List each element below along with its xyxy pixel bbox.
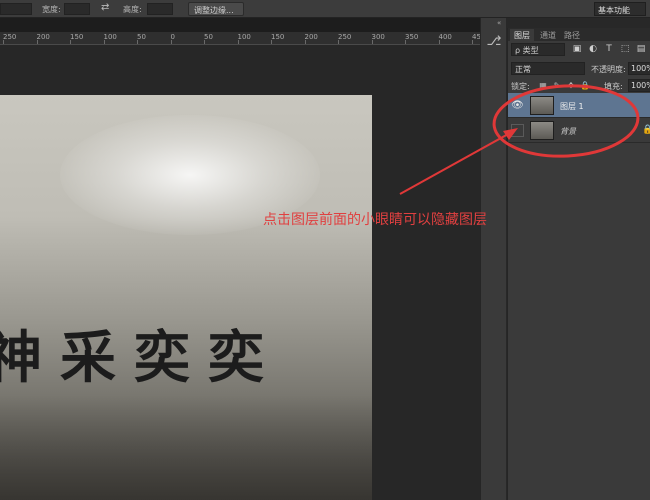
ruler-tick-label: 100 [237, 33, 251, 41]
lock-icon: 🔒 [642, 125, 650, 135]
ruler-tick-label: 150 [271, 33, 285, 41]
layer-thumbnail [530, 96, 554, 115]
lock-transparent-icon[interactable]: ▦ [538, 81, 548, 91]
layer-name: 图层 1 [560, 102, 584, 111]
layer-row[interactable]: 背景 🔒 [508, 118, 650, 143]
panel-tabs: 图层 通道 路径 [508, 28, 650, 41]
width-field[interactable] [64, 3, 90, 15]
lock-label: 锁定: [511, 82, 530, 91]
collapse-arrows-icon[interactable]: « [497, 19, 501, 27]
filter-shape-icon[interactable]: ⬚ [620, 44, 630, 55]
adjustments-panel-icon[interactable]: ⎇ [486, 34, 502, 50]
ruler-tick [371, 40, 373, 44]
opacity-field[interactable]: 100% [628, 62, 650, 75]
horizontal-ruler: 250 200 150 100 50 0 50 100 150 200 250 300 350 400 45… [0, 32, 485, 45]
width-label: 宽度: [42, 5, 61, 14]
blend-mode-select[interactable]: 正常 [511, 62, 585, 75]
ruler-tick-label: 150 [70, 33, 84, 41]
filter-smart-icon[interactable]: ▤ [636, 44, 646, 55]
ruler-tick [103, 40, 105, 44]
lock-all-icon[interactable]: 🔒 [580, 81, 590, 91]
photo-shadow [0, 395, 372, 500]
layers-panel: 图层 通道 路径 ρ 类型 ▣ ◐ T ⬚ ▤ 正常 不透明度: 100% 锁定… [507, 28, 650, 500]
ruler-tick-label: 350 [405, 33, 419, 41]
layer-name: 背景 [560, 127, 576, 136]
ruler-tick [472, 40, 473, 44]
ruler-tick [438, 40, 440, 44]
filter-adjustment-icon[interactable]: ◐ [588, 44, 598, 55]
canvas-area[interactable]: 神采奕奕 [0, 45, 480, 500]
eye-icon[interactable]: 👁 [511, 99, 524, 112]
ruler-tick [137, 40, 138, 44]
ruler-tick-label: 300 [371, 33, 385, 41]
visibility-toggle-empty[interactable] [511, 124, 524, 137]
style-select[interactable] [0, 3, 32, 15]
annotation-text: 点击图层前面的小眼睛可以隐藏图层 [263, 212, 487, 228]
swap-arrows-icon[interactable]: ⇄ [101, 2, 109, 13]
fill-label: 填充: [604, 82, 623, 91]
lock-row: 锁定: ▦ ✎ ✥ 🔒 填充: 100% [508, 79, 650, 93]
height-field[interactable] [147, 3, 173, 15]
ruler-tick [237, 40, 239, 44]
ruler-tick-label: 50 [137, 33, 146, 41]
photo-text: 神采奕奕 [0, 326, 282, 391]
layer-filter-row: ρ 类型 ▣ ◐ T ⬚ ▤ [508, 42, 650, 58]
ruler-tick [271, 40, 272, 44]
filter-pixel-icon[interactable]: ▣ [572, 44, 582, 55]
tab-paths[interactable]: 路径 [560, 29, 584, 41]
layer-thumbnail [530, 121, 554, 140]
ruler-tick [36, 40, 38, 44]
ruler-tick-label: 50 [204, 33, 213, 41]
workspace-select[interactable]: 基本功能 [594, 2, 646, 16]
ruler-tick [70, 40, 71, 44]
ruler-tick-label: 400 [438, 33, 452, 41]
ruler-tick [338, 40, 339, 44]
height-label: 高度: [123, 5, 142, 14]
tab-channels[interactable]: 通道 [536, 29, 560, 41]
ruler-tick [170, 40, 172, 44]
ruler-tick-label: 250 [338, 33, 352, 41]
ruler-tick [3, 40, 4, 44]
document-image[interactable]: 神采奕奕 [0, 95, 372, 500]
filter-type-select[interactable]: ρ 类型 [511, 43, 565, 56]
ruler-tick [204, 40, 205, 44]
ruler-tick-label: 200 [36, 33, 50, 41]
panel-dock-strip [480, 18, 506, 500]
ruler-tick-label: 250 [3, 33, 17, 41]
ruler-tick [405, 40, 406, 44]
filter-type-icon[interactable]: T [604, 44, 614, 55]
ruler-tick-label: 200 [304, 33, 318, 41]
ruler-tick [304, 40, 306, 44]
document-tab-strip [0, 18, 480, 32]
tab-layers[interactable]: 图层 [510, 29, 534, 41]
fill-field[interactable]: 100% [628, 79, 650, 92]
lock-paint-icon[interactable]: ✎ [552, 81, 562, 91]
lock-move-icon[interactable]: ✥ [566, 81, 576, 91]
refine-edge-button[interactable]: 调整边缘... [188, 2, 244, 16]
blend-row: 正常 不透明度: 100% [508, 61, 650, 77]
opacity-label: 不透明度: [591, 65, 626, 74]
options-bar: 宽度: ⇄ 高度: 调整边缘... 基本功能 [0, 0, 650, 18]
layers-list-empty-area [508, 143, 650, 500]
ruler-tick-label: 100 [103, 33, 117, 41]
layer-row[interactable]: 👁 图层 1 [508, 93, 650, 118]
